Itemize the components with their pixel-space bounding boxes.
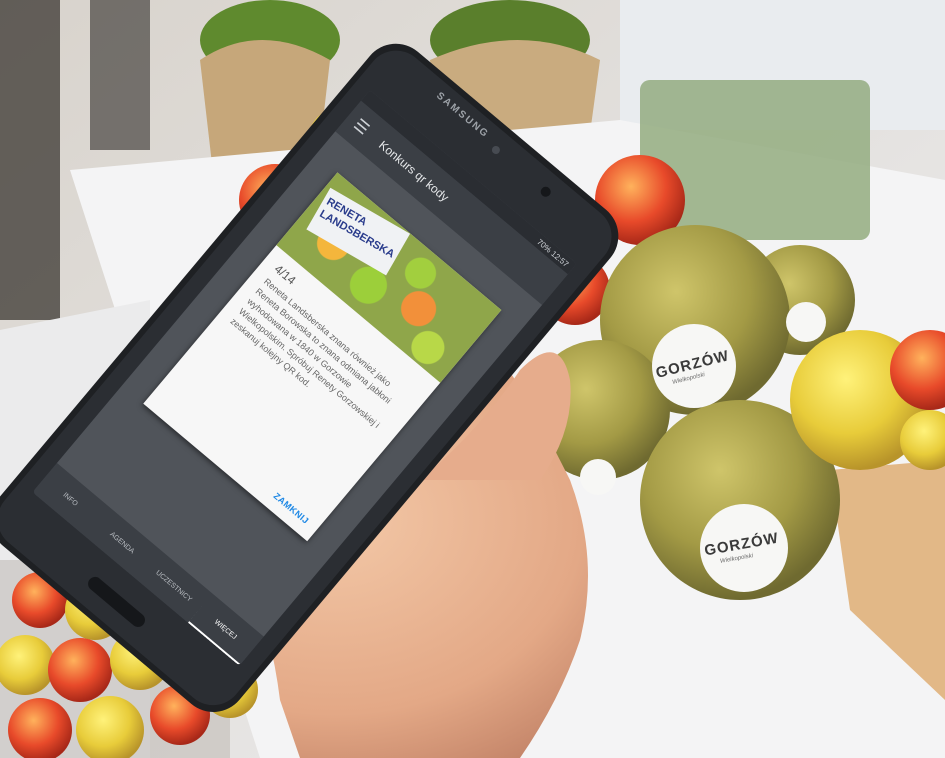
photo-scene <box>0 0 945 758</box>
